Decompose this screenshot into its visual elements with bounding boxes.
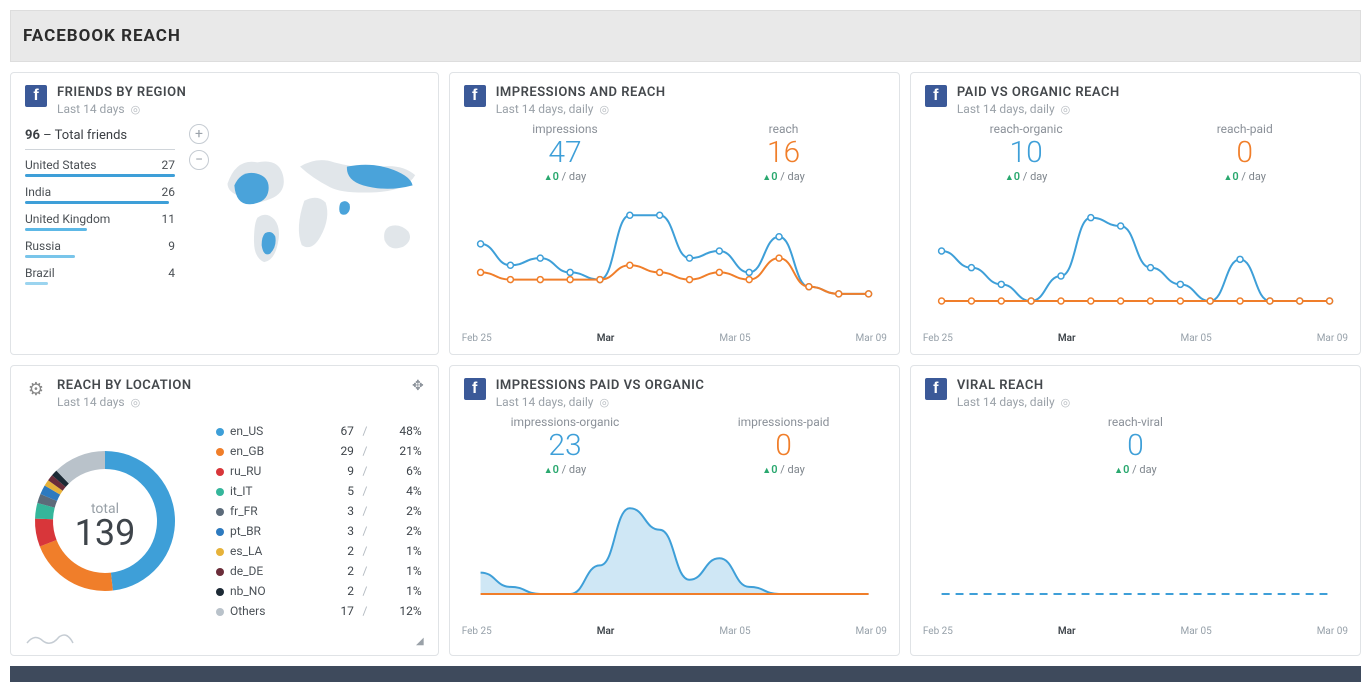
- metric: reach-paid 0 ▲0 / day: [1139, 122, 1350, 183]
- gear-icon[interactable]: ⚙: [25, 378, 47, 400]
- area-chart[interactable]: [462, 484, 887, 604]
- metric: reach-viral 0 ▲0 / day: [921, 415, 1350, 476]
- facebook-icon: f: [925, 378, 947, 400]
- region-row[interactable]: India26: [25, 177, 175, 204]
- card-friends-by-region: f FRIENDS BY REGION Last 14 days 96 – To…: [10, 72, 439, 355]
- card-subtitle: Last 14 days, daily: [957, 102, 1120, 116]
- legend-row[interactable]: it_IT 5/4%: [214, 481, 424, 501]
- x-axis: Feb 25MarMar 05Mar 09: [450, 624, 899, 647]
- metric: impressions-organic 23 ▲0 / day: [460, 415, 671, 476]
- legend-row[interactable]: Others 17/12%: [214, 601, 424, 621]
- card-title: REACH BY LOCATION: [57, 378, 192, 393]
- svg-text:139: 139: [75, 512, 136, 554]
- expand-button[interactable]: +: [189, 124, 209, 144]
- legend-row[interactable]: pt_BR 3/2%: [214, 521, 424, 541]
- legend-row[interactable]: ru_RU 9/6%: [214, 461, 424, 481]
- card-subtitle: Last 14 days, daily: [957, 395, 1070, 409]
- footer-bar: [10, 666, 1361, 682]
- facebook-icon: f: [464, 378, 486, 400]
- world-map[interactable]: [219, 124, 424, 285]
- legend-row[interactable]: fr_FR 3/2%: [214, 501, 424, 521]
- card-viral-reach: f VIRAL REACH Last 14 days, daily reach-…: [910, 365, 1361, 656]
- metric: impressions 47 ▲0 / day: [460, 122, 671, 183]
- card-paid-vs-organic-reach: f PAID VS ORGANIC REACH Last 14 days, da…: [910, 72, 1361, 355]
- info-icon[interactable]: [599, 102, 609, 116]
- sparkline-icon: [25, 629, 75, 647]
- metric: reach-organic 10 ▲0 / day: [921, 122, 1132, 183]
- metric: reach 16 ▲0 / day: [678, 122, 889, 183]
- card-subtitle: Last 14 days, daily: [496, 102, 666, 116]
- facebook-icon: f: [925, 85, 947, 107]
- facebook-icon: f: [25, 85, 47, 107]
- info-icon[interactable]: [131, 395, 141, 409]
- region-row[interactable]: Russia9: [25, 231, 175, 258]
- info-icon[interactable]: [131, 102, 141, 116]
- legend-row[interactable]: en_GB 29/21%: [214, 441, 424, 461]
- card-title: PAID VS ORGANIC REACH: [957, 85, 1120, 100]
- collapse-button[interactable]: −: [189, 150, 209, 170]
- card-title: FRIENDS BY REGION: [57, 85, 186, 100]
- card-impressions-and-reach: f IMPRESSIONS AND REACH Last 14 days, da…: [449, 72, 900, 355]
- legend-row[interactable]: nb_NO 2/1%: [214, 581, 424, 601]
- info-icon[interactable]: [599, 395, 609, 409]
- region-row[interactable]: United States27: [25, 150, 175, 177]
- card-subtitle: Last 14 days: [57, 102, 186, 116]
- facebook-icon: f: [464, 85, 486, 107]
- info-icon[interactable]: [1061, 102, 1071, 116]
- card-reach-by-location: ⚙ REACH BY LOCATION Last 14 days ✥ total…: [10, 365, 439, 656]
- region-total: 96 – Total friends: [25, 124, 175, 150]
- card-subtitle: Last 14 days, daily: [496, 395, 705, 409]
- metric: impressions-paid 0 ▲0 / day: [678, 415, 889, 476]
- donut-chart[interactable]: total139: [25, 441, 200, 601]
- legend-row[interactable]: de_DE 2/1%: [214, 561, 424, 581]
- x-axis: Feb 25MarMar 05Mar 09: [450, 331, 899, 354]
- region-list: 96 – Total friends United States27 India…: [25, 124, 175, 285]
- location-legend: en_US 67/48%en_GB 29/21%ru_RU 9/6%it_IT …: [214, 421, 424, 621]
- card-title: IMPRESSIONS AND REACH: [496, 85, 666, 100]
- line-chart[interactable]: [923, 484, 1348, 604]
- page-title: FACEBOOK REACH: [10, 10, 1361, 62]
- move-icon[interactable]: ✥: [412, 378, 424, 394]
- line-chart[interactable]: [923, 191, 1348, 311]
- map-region-india[interactable]: [339, 201, 350, 215]
- card-impressions-paid-vs-organic: f IMPRESSIONS PAID VS ORGANIC Last 14 da…: [449, 365, 900, 656]
- card-subtitle: Last 14 days: [57, 395, 192, 409]
- x-axis: Feb 25MarMar 05Mar 09: [911, 331, 1360, 354]
- resize-handle[interactable]: ◢: [416, 636, 424, 647]
- legend-row[interactable]: es_LA 2/1%: [214, 541, 424, 561]
- region-row[interactable]: United Kingdom11: [25, 204, 175, 231]
- info-icon[interactable]: [1061, 395, 1071, 409]
- card-title: IMPRESSIONS PAID VS ORGANIC: [496, 378, 705, 393]
- line-chart[interactable]: [462, 191, 887, 311]
- x-axis: Feb 25MarMar 05Mar 09: [911, 624, 1360, 647]
- region-row[interactable]: Brazil4: [25, 258, 175, 285]
- legend-row[interactable]: en_US 67/48%: [214, 421, 424, 441]
- card-title: VIRAL REACH: [957, 378, 1070, 393]
